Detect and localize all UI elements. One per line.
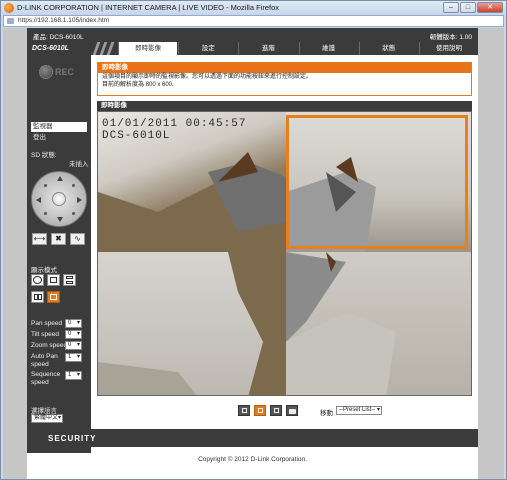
info-panel: 即時影像 這個項目的顯示即時的監視影像。您可以透過下面的功能按鈕來進行控制設定。… [97,62,472,96]
browser-window: D-LINK CORPORATION | INTERNET CAMERA | L… [0,0,507,480]
pan-speed-select[interactable]: 0 [65,319,82,328]
video-scene-bottom-right [286,252,396,395]
sd-status-label: SD 狀態: [31,152,57,159]
tab-live-video[interactable]: 即時影像 [118,42,178,55]
info-description: 這個項目的顯示即時的監視影像。您可以透過下面的功能按鈕來進行控制設定。 [102,74,313,80]
firmware-label: 韌體版本: 1.00 [429,34,472,41]
info-resolution: 目前的解析度為 800 x 600. [102,82,174,88]
window-title: D-LINK CORPORATION | INTERNET CAMERA | L… [17,3,279,12]
video-quadrant-bottom-right [286,252,471,395]
video-quadrant-bottom-left [98,252,286,395]
sidebar-item-monitor[interactable]: 監視器 [31,122,87,132]
maximize-button[interactable]: □ [460,2,476,13]
window-controls: – □ ✕ [443,2,503,13]
footer-bar: SECURITY [27,429,478,447]
video-timestamp: 01/01/2011 00:45:57 [102,118,247,130]
copyright-text: Copyright © 2012 D-Link Corporation. [198,456,307,463]
language-select[interactable]: 繁體中文 [31,414,63,423]
video-scene-bottom-left [98,252,286,395]
rec-logo: REC [39,63,77,83]
model-label: DCS-6010L [27,42,91,55]
home-center-button[interactable] [52,192,66,206]
snapshot-camera-icon[interactable] [286,405,298,416]
video-osd: 01/01/2011 00:45:57 DCS-6010L [102,118,246,142]
main-nav: 即時影像 設定 進階 維護 狀態 使用說明 [117,42,479,55]
roi-selection-frame[interactable] [286,115,468,249]
sequence-speed-select[interactable]: 1 [65,371,82,380]
video-title: 即時影像 [97,101,472,111]
pan-down-left-icon[interactable] [44,212,47,215]
sidebar-item-logout[interactable]: 登出 [31,133,87,143]
pan-right-icon[interactable] [77,197,82,203]
audio-out-icon[interactable] [254,405,266,416]
sd-status-value: 未插入 [69,161,89,168]
sequence-pan-icon[interactable]: ∿ [70,233,85,245]
auto-pan-horizontal-icon[interactable]: ⟷ [32,233,47,245]
ptz-control-pad[interactable] [31,171,87,227]
main-content: 即時影像 這個項目的顯示即時的監視影像。您可以透過下面的功能按鈕來進行控制設定。… [91,55,478,453]
auto-pan-speed-label: Auto Pan speed [31,353,58,368]
tab-help[interactable]: 使用說明 [418,42,479,55]
video-toolbar: 移動 --Preset List-- [238,405,478,417]
address-bar[interactable]: https://192.168.1.105/index.htm [3,15,504,27]
tab-setup[interactable]: 設定 [178,42,238,55]
auto-pan-speed-select[interactable]: 1 [65,353,82,362]
pan-speed-label: Pan speed [31,320,63,327]
info-title: 即時影像 [98,63,471,73]
top-strip: 產品: DCS-6010L 韌體版本: 1.00 [27,28,478,42]
display-mode-label: 顯示模式 [31,267,57,274]
pan-up-left-icon[interactable] [44,184,47,187]
rec-logo-text: REC [55,67,75,77]
sidebar: REC 監視器 登出 SD 狀態: 未插入 ⟷ ✖ ∿ 顯示模式 Pan spe… [27,55,91,453]
security-brand: SECURITY [48,434,97,443]
pan-down-icon[interactable] [57,217,63,222]
pan-up-right-icon[interactable] [72,184,75,187]
window-titlebar: D-LINK CORPORATION | INTERNET CAMERA | L… [1,1,506,15]
firefox-icon [4,3,14,13]
move-label: 移動 [320,410,333,417]
fullscreen-icon[interactable] [238,405,250,416]
sequence-speed-label: Sequence speed [31,371,61,386]
slash-decoration [91,42,117,55]
zoom-speed-select[interactable]: 0 [65,341,82,350]
tilt-speed-label: Tilt speed [31,331,59,338]
tab-status[interactable]: 狀態 [358,42,418,55]
stop-icon[interactable]: ✖ [51,233,66,245]
tilt-speed-select[interactable]: 0 [65,330,82,339]
product-label: 產品: DCS-6010L [33,34,84,41]
pan-left-icon[interactable] [36,197,41,203]
video-camera-label: DCS-6010L [102,130,171,142]
dual-view-icon[interactable] [31,291,44,303]
pan-down-right-icon[interactable] [72,212,75,215]
minimize-button[interactable]: – [443,2,459,13]
tab-maintenance[interactable]: 維護 [298,42,358,55]
quad-view-icon[interactable] [47,291,60,303]
lock-icon [7,18,14,24]
dlink-ball-icon [39,65,53,79]
close-button[interactable]: ✕ [477,2,503,13]
camera-web-ui: 產品: DCS-6010L 韌體版本: 1.00 DCS-6010L 即時影像 … [27,28,479,479]
single-view-icon[interactable] [47,274,60,286]
page-viewport: 產品: DCS-6010L 韌體版本: 1.00 DCS-6010L 即時影像 … [3,28,504,479]
live-video-feed[interactable]: 01/01/2011 00:45:57 DCS-6010L [97,111,472,396]
record-icon[interactable] [270,405,282,416]
panorama-view-icon[interactable] [63,274,76,286]
preset-list-select[interactable]: --Preset List-- [336,406,382,415]
circle-view-icon[interactable] [31,274,44,286]
tab-advanced[interactable]: 進階 [238,42,298,55]
pan-up-icon[interactable] [57,176,63,181]
address-url: https://192.168.1.105/index.htm [18,17,110,24]
zoom-speed-label: Zoom speed [31,342,68,349]
